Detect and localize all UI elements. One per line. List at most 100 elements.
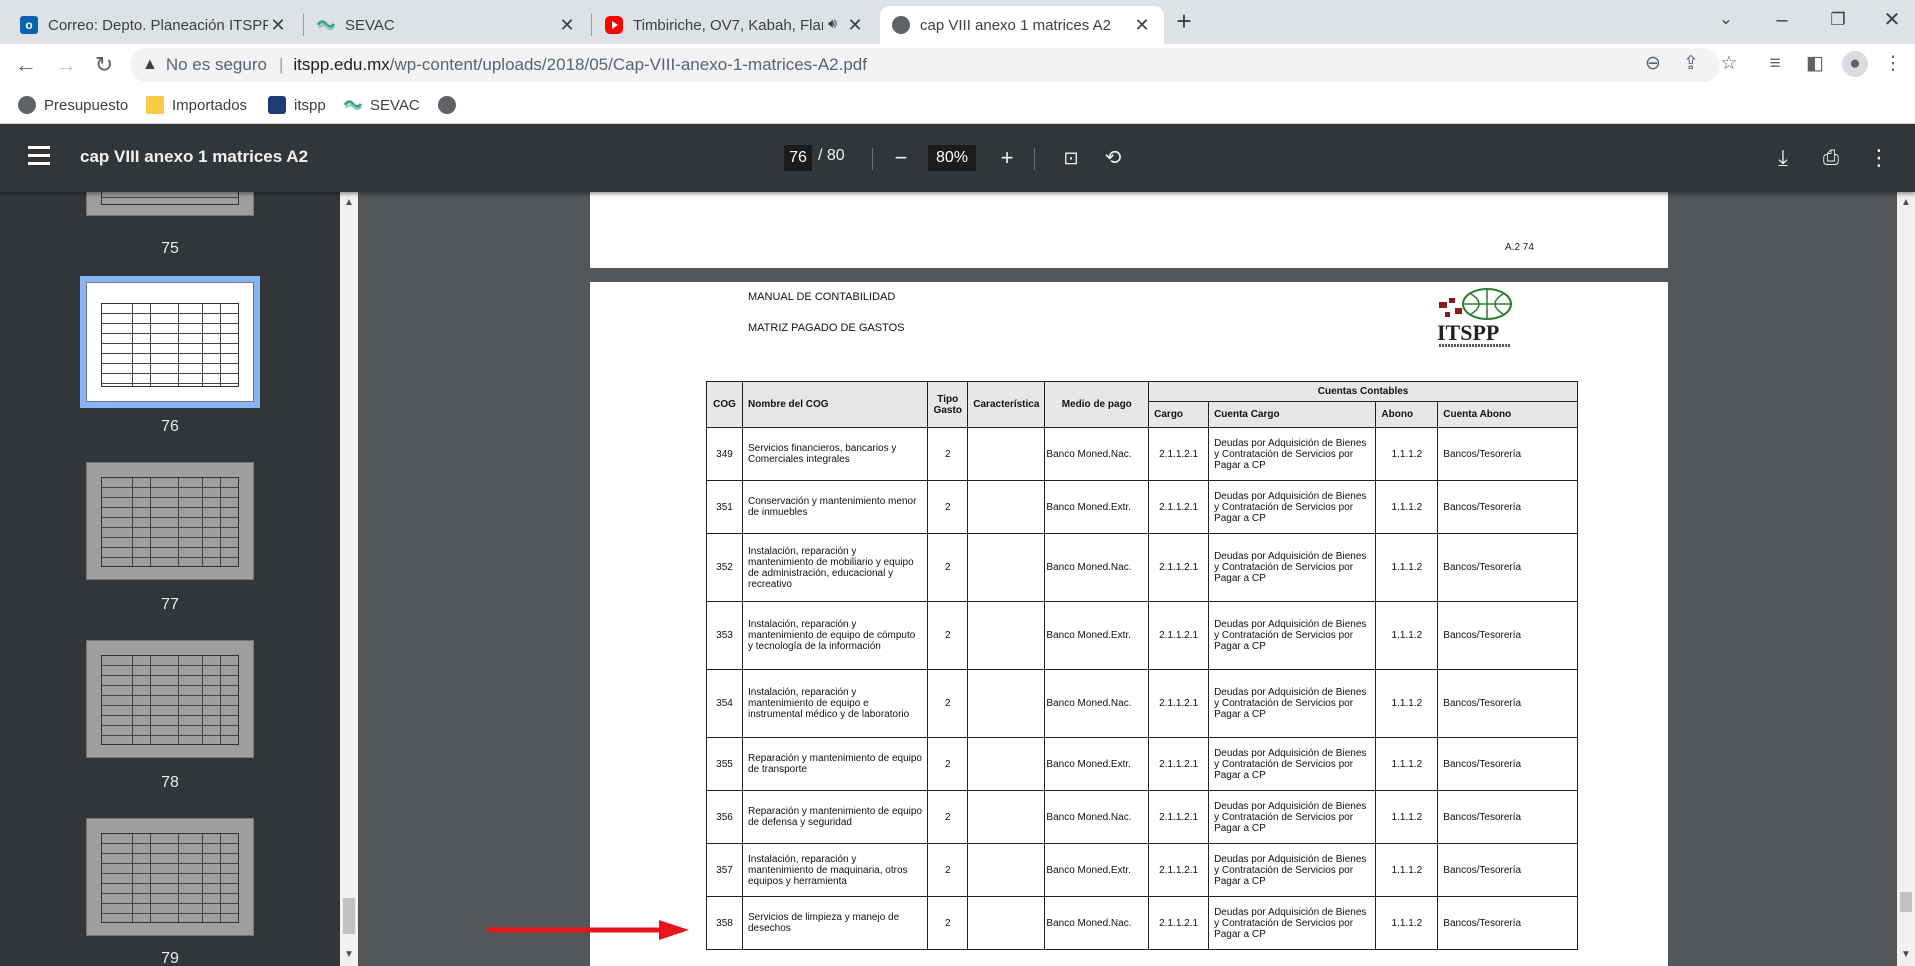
bookmark-presupuesto[interactable]: Presupuesto <box>18 94 128 116</box>
scroll-down-arrow-icon[interactable]: ▼ <box>1897 946 1915 964</box>
reading-list-icon[interactable]: ≡ <box>1762 51 1788 77</box>
thumbnail-75[interactable] <box>86 192 254 216</box>
minimize-icon[interactable]: – <box>1762 4 1802 36</box>
back-icon[interactable]: ← <box>12 51 40 79</box>
tab-youtube[interactable]: Timbiriche, OV7, Kabah, Flans 🔊︎ ✕ <box>593 6 877 44</box>
header-cuenta-cargo: Cuenta Cargo <box>1208 401 1377 428</box>
scroll-up-arrow-icon[interactable]: ▲ <box>340 194 358 212</box>
separator <box>1034 148 1035 170</box>
close-icon[interactable]: ✕ <box>268 15 288 35</box>
bookmarks-bar: Presupuesto Importados itspp SEVAC <box>0 86 1915 124</box>
header-abono: Abono <box>1375 401 1439 428</box>
thumbnail-77[interactable] <box>86 462 254 580</box>
cell-cargo: 2.1.1.2.1 <box>1148 533 1210 602</box>
tab-sevac[interactable]: SEVAC ✕ <box>305 6 589 44</box>
new-tab-button[interactable]: + <box>1170 8 1198 36</box>
scrollbar-thumb[interactable] <box>1900 892 1912 912</box>
print-icon[interactable]: ⎙ <box>1816 143 1846 173</box>
bookmark-star-icon[interactable]: ☆ <box>1716 51 1742 77</box>
close-icon[interactable]: ✕ <box>1132 15 1152 35</box>
cell-cuenta-abono: Bancos/Tesorería <box>1437 427 1578 481</box>
cell-cuenta-cargo: Deudas por Adquisición de Bienes y Contr… <box>1208 896 1377 950</box>
zoom-out-button[interactable]: − <box>886 143 916 173</box>
restore-icon[interactable]: ❐ <box>1818 4 1858 36</box>
close-icon[interactable]: ✕ <box>557 15 577 35</box>
main-scrollbar[interactable]: ▲ ▼ <box>1897 192 1915 966</box>
share-icon[interactable]: ⇪ <box>1678 51 1704 77</box>
tab-separator <box>591 14 592 36</box>
cell-nombre: Conservación y mantenimiento menor de in… <box>741 480 929 534</box>
forward-icon[interactable]: → <box>52 51 80 79</box>
cell-tipo-gasto: 2 <box>927 737 969 791</box>
rotate-icon[interactable]: ⟲ <box>1098 143 1128 173</box>
scrollbar-thumb[interactable] <box>343 898 355 934</box>
download-icon[interactable]: ⤓ <box>1768 143 1798 173</box>
table-row: 352 Instalación, reparación y mantenimien… <box>706 533 1578 602</box>
scroll-down-arrow-icon[interactable]: ▼ <box>340 946 358 964</box>
bookmark-sevac[interactable]: SEVAC <box>343 94 420 116</box>
cell-cargo: 2.1.1.2.1 <box>1148 790 1210 844</box>
url-host: itspp.edu.mx <box>293 55 390 74</box>
address-bar[interactable]: ▲ No es seguro | itspp.edu.mx /wp-conten… <box>130 48 1720 82</box>
zoom-in-button[interactable]: + <box>992 143 1022 173</box>
cell-cog: 354 <box>706 669 743 738</box>
cell-cuenta-cargo: Deudas por Adquisición de Bienes y Contr… <box>1208 843 1377 897</box>
speaker-icon[interactable]: 🔊︎ <box>828 15 837 32</box>
thumbnail-78[interactable] <box>86 640 254 758</box>
hamburger-menu-icon[interactable] <box>28 146 50 168</box>
cell-abono: 1.1.1.2 <box>1375 480 1439 534</box>
cell-medio-pago: Banco Moned.Nac. <box>1044 896 1150 950</box>
cell-tipo-gasto: 2 <box>927 533 969 602</box>
cell-cuenta-cargo: Deudas por Adquisición de Bienes y Contr… <box>1208 790 1377 844</box>
cell-medio-pago: Banco Moned.Extr. <box>1044 601 1150 670</box>
window-close-icon[interactable]: ✕ <box>1872 4 1912 36</box>
cell-medio-pago: Banco Moned.Extr. <box>1044 480 1150 534</box>
bookmark-globe[interactable] <box>438 94 464 116</box>
document-subheading: MATRIZ PAGADO DE GASTOS <box>748 322 905 334</box>
table-row: 358 Servicios de limpieza y manejo de des… <box>706 896 1578 950</box>
cell-cog: 357 <box>706 843 743 897</box>
chrome-menu-icon[interactable]: ⋮ <box>1880 51 1906 77</box>
side-panel-icon[interactable]: ◧ <box>1802 51 1828 77</box>
zoom-input[interactable]: 80% <box>928 145 976 171</box>
header-nombre: Nombre del COG <box>741 381 929 428</box>
cell-tipo-gasto: 2 <box>927 790 969 844</box>
bookmark-itspp[interactable]: itspp <box>268 94 326 116</box>
cell-cargo: 2.1.1.2.1 <box>1148 669 1210 738</box>
warning-triangle-icon[interactable]: ▲ <box>142 56 158 74</box>
header-cuentas-contables: Cuentas Contables <box>1148 381 1578 402</box>
zoom-out-icon[interactable]: ⊖ <box>1640 51 1666 77</box>
cell-medio-pago: Banco Moned.Nac. <box>1044 790 1150 844</box>
thumbnail-79[interactable] <box>86 818 254 936</box>
cell-abono: 1.1.1.2 <box>1375 427 1439 481</box>
close-icon[interactable]: ✕ <box>845 15 865 35</box>
cell-tipo-gasto: 2 <box>927 480 969 534</box>
thumbnail-label: 77 <box>161 596 179 613</box>
tab-search-chevron-icon[interactable]: ⌄ <box>1706 4 1746 36</box>
globe-icon <box>438 96 456 114</box>
bookmark-importados[interactable]: Importados <box>146 94 247 116</box>
cell-abono: 1.1.1.2 <box>1375 601 1439 670</box>
scroll-up-arrow-icon[interactable]: ▲ <box>1897 194 1915 212</box>
cell-cog: 355 <box>706 737 743 791</box>
tab-correo[interactable]: o Correo: Depto. Planeación ITSPP ✕ <box>8 6 300 44</box>
tab-pdf-active[interactable]: cap VIII anexo 1 matrices A2 ✕ <box>880 6 1164 44</box>
thumbnail-76[interactable] <box>80 276 260 408</box>
reload-icon[interactable]: ↻ <box>90 51 118 79</box>
sidebar-scrollbar[interactable]: ▲ ▼ <box>340 192 358 966</box>
cell-cog: 353 <box>706 601 743 670</box>
page-number-input[interactable]: 76 <box>784 145 812 171</box>
cell-abono: 1.1.1.2 <box>1375 896 1439 950</box>
cell-caracteristica <box>967 790 1046 844</box>
cell-cuenta-abono: Bancos/Tesorería <box>1437 843 1578 897</box>
security-indicator[interactable]: No es seguro <box>166 55 267 75</box>
url-path: /wp-content/uploads/2018/05/Cap-VIII-ane… <box>389 55 867 74</box>
tab-strip: o Correo: Depto. Planeación ITSPP ✕ SEVA… <box>0 0 1915 44</box>
separator <box>872 148 873 170</box>
more-actions-icon[interactable]: ⋮ <box>1864 143 1894 173</box>
table-row: 356 Reparación y mantenimiento de equipo … <box>706 790 1578 844</box>
profile-avatar-icon[interactable]: ● <box>1842 51 1868 77</box>
cell-cuenta-cargo: Deudas por Adquisición de Bienes y Contr… <box>1208 533 1377 602</box>
document-heading: MANUAL DE CONTABILIDAD <box>748 291 896 303</box>
fit-page-icon[interactable]: ⊡ <box>1056 143 1086 173</box>
